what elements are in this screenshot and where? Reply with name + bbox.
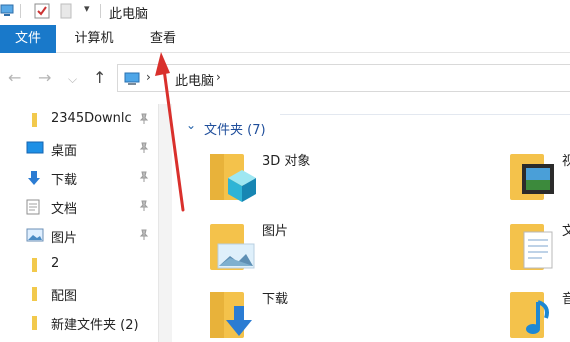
music-folder-icon xyxy=(510,288,558,342)
folder-name: 3D 对象 xyxy=(262,154,311,169)
title-bar: ▾ 此电脑 xyxy=(0,0,570,22)
breadcrumb-chevron-icon[interactable]: › xyxy=(146,70,151,84)
nav-item-label: 下载 xyxy=(51,173,78,188)
title-separator xyxy=(100,4,101,18)
folder-name: 下载 xyxy=(262,292,289,307)
back-arrow-icon[interactable]: ← xyxy=(8,68,21,88)
pin-icon[interactable] xyxy=(139,229,149,245)
pin-icon[interactable] xyxy=(139,113,149,129)
forward-arrow-icon[interactable]: → xyxy=(38,68,51,88)
folder-3d-objects[interactable]: 3D 对象 xyxy=(210,150,410,214)
navigation-bar: ← → ⌵ ↑ › 此电脑 › xyxy=(0,60,570,96)
nav-item-documents[interactable]: 文档 xyxy=(0,193,158,221)
nav-item-new-folder-2[interactable]: 新建文件夹 (2) xyxy=(0,309,158,337)
pictures-folder-icon xyxy=(210,220,258,278)
pin-icon[interactable] xyxy=(139,171,149,187)
folder-name: 文 xyxy=(562,224,570,239)
folder-name: 图片 xyxy=(262,224,289,239)
folder-music[interactable]: 音 xyxy=(510,288,570,342)
nav-item-label: 2345Downlc xyxy=(51,111,132,126)
download-icon xyxy=(26,170,42,190)
folder-downloads[interactable]: 下载 xyxy=(210,288,410,342)
breadcrumb-this-pc[interactable]: 此电脑 xyxy=(175,70,214,89)
folder-icon xyxy=(26,315,42,335)
tab-view[interactable]: 查看 xyxy=(140,25,186,53)
nav-item-label: 图片 xyxy=(51,231,78,246)
nav-item-desktop[interactable]: 桌面 xyxy=(0,135,158,163)
desktop-icon xyxy=(26,141,44,159)
pictures-icon xyxy=(26,228,44,246)
ribbon-tabs: 文件 计算机 查看 xyxy=(0,25,570,53)
nav-item-label: 2 xyxy=(51,256,60,271)
folder-icon xyxy=(26,286,42,306)
recent-locations-dropdown-icon[interactable]: ⌵ xyxy=(68,69,77,89)
navigation-pane-scrollbar[interactable] xyxy=(158,104,172,342)
group-divider xyxy=(280,114,570,115)
quick-access-dropdown-icon[interactable]: ▾ xyxy=(84,2,90,15)
nav-item-folder-2[interactable]: 2 xyxy=(0,251,158,279)
tab-computer[interactable]: 计算机 xyxy=(66,25,122,53)
document-icon xyxy=(26,199,40,219)
chevron-down-icon[interactable]: ⌄ xyxy=(186,118,196,132)
address-bar[interactable]: › 此电脑 › xyxy=(117,64,570,92)
group-title: 文件夹 (7) xyxy=(204,123,266,138)
folder-name: 视 xyxy=(562,154,570,169)
properties-check-icon[interactable] xyxy=(34,3,50,23)
pin-icon[interactable] xyxy=(139,142,149,158)
content-pane: ⌄ 文件夹 (7) 3D 对象 视 图片 文 下载 音 xyxy=(172,104,570,342)
title-separator xyxy=(20,4,21,18)
nav-item-2345downloads[interactable]: 2345Downlc xyxy=(0,106,158,134)
folder-name: 音 xyxy=(562,292,570,307)
nav-item-peitu[interactable]: 配图 xyxy=(0,280,158,308)
tab-file[interactable]: 文件 xyxy=(0,25,56,53)
folder-icon xyxy=(26,257,42,277)
nav-item-label: 新建文件夹 (2) xyxy=(51,318,139,333)
documents-folder-icon xyxy=(510,220,558,278)
downloads-folder-icon xyxy=(210,288,258,342)
videos-folder-icon xyxy=(510,150,558,208)
navigation-pane: 2345Downlc 桌面 下载 文档 图片 2 配图 新建文件夹 (2) xyxy=(0,104,158,342)
window-title: 此电脑 xyxy=(109,7,149,22)
computer-icon[interactable] xyxy=(0,3,14,21)
3d-objects-folder-icon xyxy=(210,150,258,208)
pin-icon[interactable] xyxy=(139,200,149,216)
nav-item-pictures[interactable]: 图片 xyxy=(0,222,158,250)
nav-item-label: 配图 xyxy=(51,289,78,304)
nav-item-downloads[interactable]: 下载 xyxy=(0,164,158,192)
folder-pictures[interactable]: 图片 xyxy=(210,220,410,284)
breadcrumb-chevron-icon[interactable]: › xyxy=(216,70,221,84)
folder-videos[interactable]: 视 xyxy=(510,150,570,214)
computer-icon xyxy=(123,71,141,91)
folder-documents[interactable]: 文 xyxy=(510,220,570,284)
new-folder-icon[interactable] xyxy=(60,3,72,23)
up-arrow-icon[interactable]: ↑ xyxy=(93,68,106,88)
folder-icon xyxy=(26,112,42,132)
nav-item-label: 文档 xyxy=(51,202,78,217)
nav-item-label: 桌面 xyxy=(51,144,78,159)
